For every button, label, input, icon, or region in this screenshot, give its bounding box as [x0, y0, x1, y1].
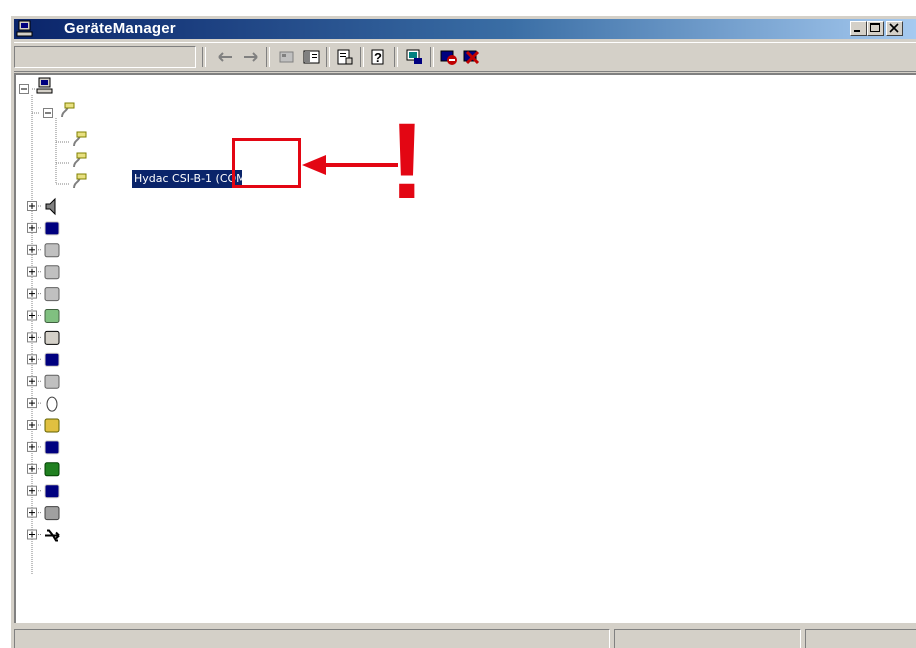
- expand-toggle[interactable]: [27, 507, 37, 518]
- up-button[interactable]: [276, 47, 298, 67]
- keyboard-icon: [44, 330, 60, 345]
- expand-toggle[interactable]: [27, 201, 37, 211]
- expand-toggle[interactable]: [27, 288, 37, 299]
- forward-arrow-icon: [244, 52, 258, 62]
- disable-device-button[interactable]: [438, 47, 460, 67]
- expand-toggle[interactable]: [27, 485, 37, 496]
- storage-controller-icon: [44, 374, 60, 389]
- expand-toggle[interactable]: [27, 266, 37, 277]
- expand-toggle[interactable]: [27, 398, 37, 409]
- maximize-icon: [870, 23, 880, 32]
- minimize-icon: [854, 30, 860, 32]
- expand-toggle[interactable]: [27, 376, 37, 387]
- menu-band: [14, 46, 196, 68]
- expand-toggle[interactable]: [27, 332, 37, 343]
- tree-item-category[interactable]: [27, 265, 60, 280]
- monitor-computer-icon: [44, 221, 60, 236]
- help-icon: ?: [371, 49, 384, 65]
- computer-icon: [36, 77, 53, 94]
- status-bar: [14, 626, 916, 648]
- annotation-exclamation: !: [389, 100, 425, 221]
- properties-icon: [337, 49, 353, 65]
- window-title: GeräteManager: [64, 20, 176, 37]
- show-hide-tree-button[interactable]: [301, 47, 323, 67]
- toolbar-separator: [266, 47, 270, 67]
- floppy-icon: [44, 287, 60, 302]
- show-hide-tree-icon: [303, 50, 320, 64]
- ide-controller-icon: [44, 265, 60, 280]
- mouse-icon: [46, 396, 58, 412]
- minimize-button[interactable]: [850, 21, 867, 36]
- forward-button[interactable]: [240, 47, 262, 67]
- back-arrow-icon: [218, 52, 232, 62]
- port-connector-icon: [73, 131, 87, 147]
- tree-item-category[interactable]: [27, 287, 60, 302]
- system-device-icon: [44, 484, 60, 499]
- title-bar[interactable]: GeräteManager: [14, 19, 916, 39]
- close-icon: [889, 23, 899, 33]
- status-panel-2: [614, 629, 801, 648]
- tree-item-category[interactable]: [27, 309, 60, 323]
- scan-hardware-button[interactable]: [404, 47, 426, 67]
- toolbar-separator: [394, 47, 398, 67]
- tree-item-category[interactable]: [27, 352, 60, 367]
- uninstall-device-icon: [463, 50, 480, 65]
- annotation-arrow-icon: [302, 155, 398, 175]
- expand-toggle[interactable]: [27, 244, 37, 255]
- display-adapter-icon: [44, 352, 60, 367]
- speaker-icon: [45, 197, 56, 216]
- tree-item-category[interactable]: [27, 330, 60, 345]
- tree-item-category[interactable]: [27, 418, 60, 433]
- port-connector-icon: [61, 102, 75, 118]
- usb-controller-icon: [45, 529, 60, 542]
- tree-item-category[interactable]: [27, 221, 60, 236]
- svg-text:?: ?: [374, 50, 382, 65]
- modem-icon: [44, 418, 60, 433]
- port-connector-icon: [73, 173, 87, 189]
- annotation-highlight-box: [232, 138, 301, 188]
- disable-device-icon: [440, 50, 457, 65]
- expand-toggle[interactable]: [27, 463, 37, 474]
- expand-toggle[interactable]: [27, 441, 37, 452]
- uninstall-device-button[interactable]: [461, 47, 483, 67]
- sound-video-icon: [44, 506, 60, 521]
- toolbar: ?: [14, 42, 916, 72]
- toolbar-separator: [326, 47, 330, 67]
- expand-toggle[interactable]: [27, 529, 37, 540]
- toolbar-separator: [430, 47, 434, 67]
- status-panel-3: [805, 629, 916, 648]
- tree-item-category[interactable]: [27, 243, 60, 258]
- maximize-button[interactable]: [867, 21, 884, 36]
- toolbar-separator: [360, 47, 364, 67]
- up-folder-icon: [279, 51, 294, 63]
- port-connector-icon: [73, 152, 87, 168]
- device-tree: [19, 77, 87, 575]
- expand-toggle[interactable]: [27, 354, 37, 365]
- expand-toggle[interactable]: [27, 310, 37, 321]
- expand-toggle[interactable]: [27, 420, 37, 430]
- expand-toggle[interactable]: [27, 222, 37, 233]
- collapse-root-toggle[interactable]: [19, 84, 29, 94]
- device-tree-pane[interactable]: Hydac CSI-B-1 (COM9): [14, 73, 916, 623]
- status-panel-main: [14, 629, 610, 648]
- network-adapter-icon: [44, 462, 60, 477]
- close-button[interactable]: [886, 21, 903, 36]
- help-button[interactable]: ?: [368, 47, 390, 67]
- cdrom-drive-icon: [44, 309, 60, 323]
- monitor-icon: [44, 440, 60, 455]
- tree-item-hydac-com9[interactable]: Hydac CSI-B-1 (COM9): [132, 170, 257, 188]
- scan-hardware-icon: [406, 49, 422, 64]
- disk-drive-icon: [44, 243, 60, 258]
- toolbar-grip[interactable]: [202, 47, 206, 67]
- back-button[interactable]: [215, 47, 237, 67]
- tree-item-category[interactable]: [27, 374, 60, 389]
- computer-icon: [16, 20, 33, 37]
- tree-item-category[interactable]: [27, 529, 60, 542]
- collapse-ports-toggle[interactable]: [43, 108, 53, 118]
- device-manager-window: GeräteManager ? Hydac CSI-B-1 (COM9): [10, 15, 916, 648]
- properties-button[interactable]: [334, 47, 356, 67]
